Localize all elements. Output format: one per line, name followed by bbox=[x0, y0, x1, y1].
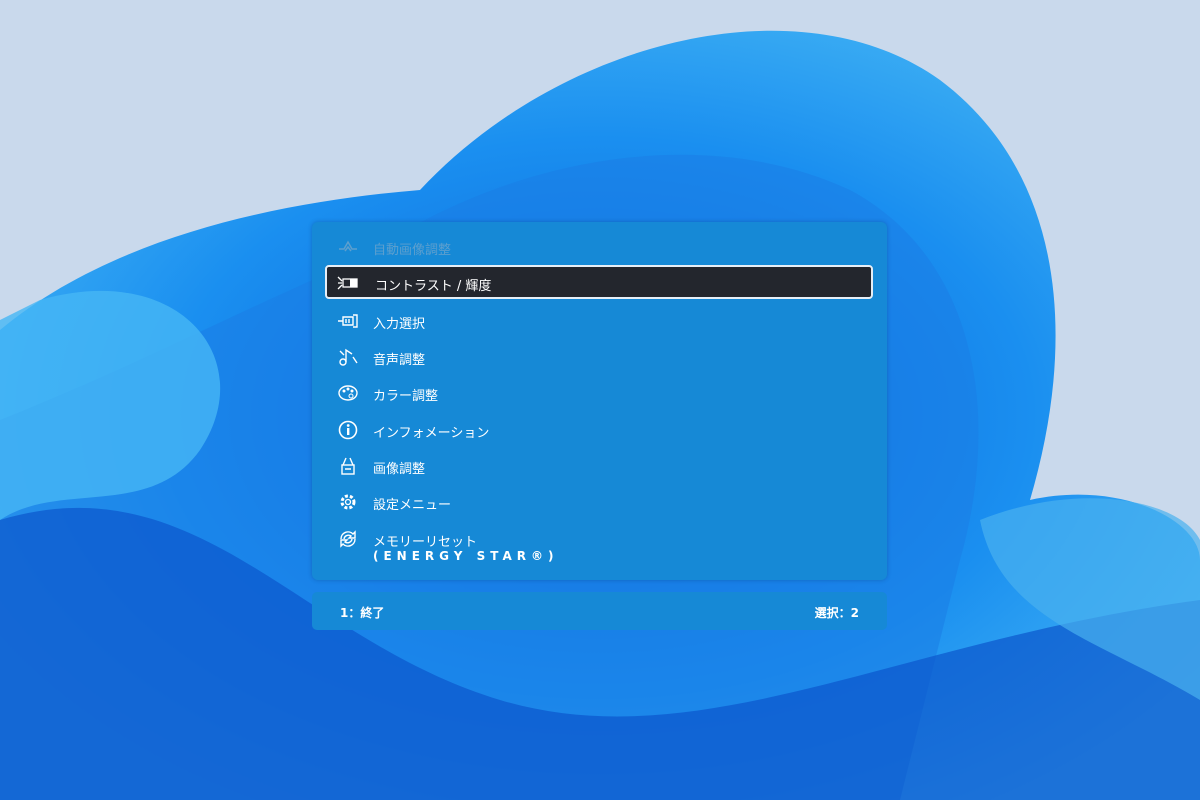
auto-adjust-icon bbox=[339, 240, 357, 252]
menu-item-label: インフォメーション bbox=[373, 426, 490, 441]
menu-item-audio[interactable]: 音声調整 bbox=[325, 340, 873, 374]
menu-item-contrast-brightness[interactable]: コントラスト / 輝度 bbox=[325, 265, 873, 299]
menu-item-label: コントラスト / 輝度 bbox=[375, 279, 492, 294]
menu-item-color[interactable]: カラー調整 bbox=[325, 376, 873, 410]
menu-item-image-adjust[interactable]: 画像調整 bbox=[325, 449, 873, 483]
menu-item-information[interactable]: インフォメーション bbox=[325, 413, 873, 447]
menu-item-sublabel: (ENERGY STAR®) bbox=[373, 549, 559, 563]
gear-icon bbox=[340, 494, 356, 510]
menu-item-label: メモリーリセット bbox=[373, 535, 478, 550]
osd-main-menu: 自動画像調整 コントラスト / 輝度 入力選択 音声調整 カラー調整 インフォメ… bbox=[312, 222, 887, 580]
exit-hint: 1：終了 bbox=[340, 606, 385, 620]
palette-icon bbox=[338, 385, 358, 401]
osd-footer: 1：終了 選択：2 bbox=[312, 592, 887, 630]
image-adjust-icon bbox=[341, 457, 355, 475]
menu-item-auto-adjust: 自動画像調整 bbox=[325, 230, 873, 264]
menu-item-memory-reset[interactable]: メモリーリセット (ENERGY STAR®) bbox=[325, 522, 873, 568]
input-select-icon bbox=[338, 314, 358, 328]
menu-item-label: 画像調整 bbox=[373, 462, 426, 477]
info-icon bbox=[338, 420, 358, 440]
audio-icon bbox=[339, 348, 358, 366]
menu-item-label: 設定メニュー bbox=[373, 498, 452, 513]
select-hint: 選択：2 bbox=[814, 606, 859, 620]
menu-item-label: 音声調整 bbox=[373, 353, 426, 368]
menu-item-settings[interactable]: 設定メニュー bbox=[325, 485, 873, 519]
menu-item-label: 自動画像調整 bbox=[373, 243, 452, 258]
menu-item-input-select[interactable]: 入力選択 bbox=[325, 304, 873, 338]
menu-item-label: カラー調整 bbox=[373, 389, 439, 404]
menu-item-label: 入力選択 bbox=[373, 317, 426, 332]
contrast-brightness-icon bbox=[337, 276, 358, 290]
reset-icon bbox=[340, 530, 356, 548]
